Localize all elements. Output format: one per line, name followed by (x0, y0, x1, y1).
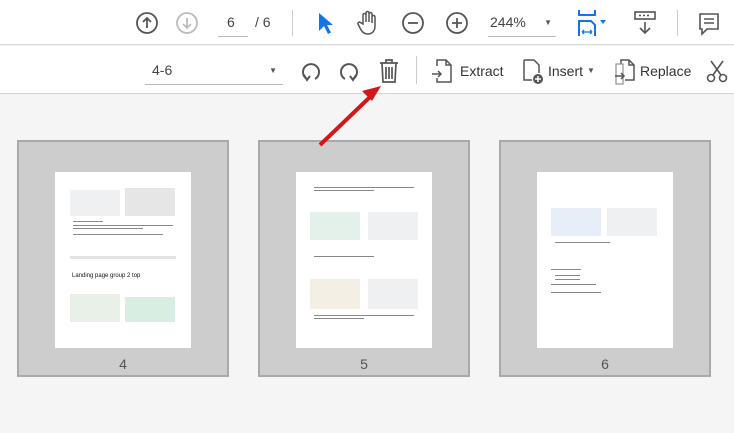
red-arrow-annotation (318, 86, 381, 147)
